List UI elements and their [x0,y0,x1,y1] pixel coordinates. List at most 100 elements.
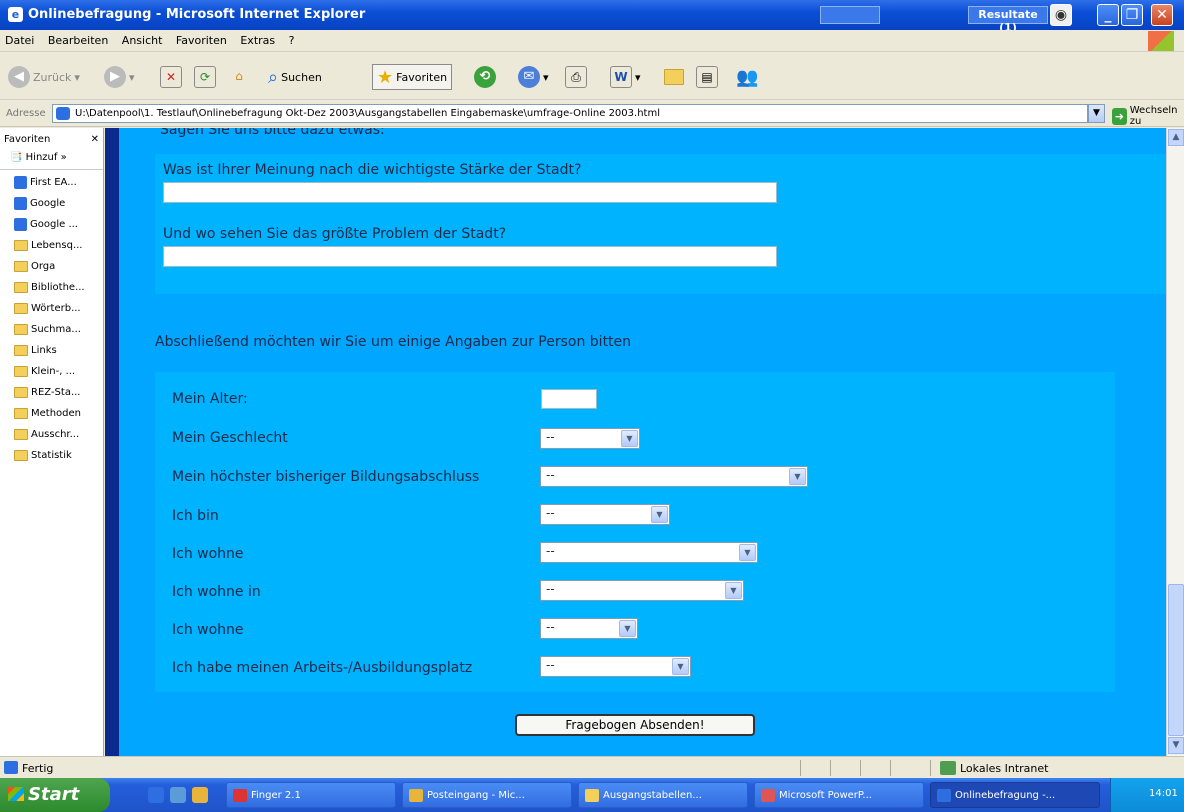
results-button[interactable]: Resultate (1) [968,6,1048,34]
go-button[interactable]: ➜ Wechseln zu [1112,105,1184,127]
sidebar-item-label: Google [30,197,66,209]
sidebar-item[interactable]: Google ... [0,212,103,233]
menu-extras[interactable]: Extras [235,30,280,47]
residence-duration-value: -- [546,620,555,634]
education-value: -- [546,468,555,482]
workplace-select[interactable]: -- ▼ [540,656,691,677]
taskbar-item-label: Posteingang - Mic... [427,790,525,801]
sidebar-item[interactable]: Lebensq... [0,233,103,254]
taskbar-item[interactable]: Posteingang - Mic... [402,782,572,808]
residence-duration-select[interactable]: -- ▼ [540,618,638,639]
history-button[interactable]: ⟲ [474,64,496,90]
housing-select[interactable]: -- ▼ [540,542,758,563]
ie-app-icon: e [8,7,23,22]
sidebar-item[interactable]: Methoden [0,401,103,422]
menu-bearbeiten[interactable]: Bearbeiten [43,30,113,47]
address-input[interactable]: U:\Datenpool\1. Testlauf\Onlinebefragung… [52,104,1088,123]
left-border-stripe [105,128,119,756]
quicklaunch-outlook-icon[interactable] [170,787,186,803]
taskbar-item[interactable]: Microsoft PowerP... [754,782,924,808]
messenger-button[interactable]: 👥 [736,64,758,90]
occupation-value: -- [546,506,555,520]
chevron-down-icon: ▼ [621,430,638,447]
back-button[interactable]: ◀ Zurück ▾ [8,64,80,90]
menu-favoriten[interactable]: Favoriten [171,30,232,47]
menu-help[interactable]: ? [284,30,300,47]
minimize-button[interactable]: _ [1097,4,1119,26]
address-label: Adresse [6,108,46,119]
taskbar-item[interactable]: Ausgangstabellen... [578,782,748,808]
menu-ansicht[interactable]: Ansicht [117,30,168,47]
sidebar-item[interactable]: First EA... [0,170,103,191]
refresh-button[interactable]: ⟳ [194,64,216,90]
chevron-down-icon: ▼ [619,620,636,637]
scroll-down-icon[interactable]: ▼ [1168,737,1184,754]
vertical-scrollbar[interactable]: ▲ ▼ [1166,128,1184,756]
sidebar-item[interactable]: REZ-Sta... [0,380,103,401]
strength-input[interactable] [163,182,777,203]
clock: 14:01 [1149,788,1178,799]
forward-button[interactable]: ▶ ▾ [104,64,135,90]
home-button[interactable]: ⌂ [228,64,250,90]
chevron-down-icon: ▼ [789,468,806,485]
sidebar-item-label: Links [31,344,57,356]
print-button[interactable]: ⎙ [565,64,587,90]
sidebar-item[interactable]: Orga [0,254,103,275]
sidebar-header: Favoriten ✕ [0,128,103,148]
submit-button[interactable]: Fragebogen Absenden! [515,714,755,736]
history-icon: ⟲ [474,66,496,88]
sidebar-item[interactable]: Links [0,338,103,359]
occupation-select[interactable]: -- ▼ [540,504,670,525]
age-input[interactable] [541,389,597,409]
app-icon [937,789,951,802]
menu-datei[interactable]: Datei [0,30,39,47]
question-problem: Und wo sehen Sie das größte Problem der … [163,226,507,242]
start-button[interactable]: Start [0,778,110,812]
maximize-button[interactable]: ❐ [1121,4,1143,26]
sidebar-item[interactable]: Wörterb... [0,296,103,317]
status-divider [890,760,891,776]
favorites-button[interactable]: ★ Favoriten [372,64,453,90]
address-url: U:\Datenpool\1. Testlauf\Onlinebefragung… [75,108,660,119]
address-dropdown-icon[interactable]: ▼ [1088,104,1105,123]
taskbar-item[interactable]: Onlinebefragung -... [930,782,1100,808]
search-button[interactable]: ⌕ Suchen [268,64,322,90]
add-favorite-button[interactable]: 📑 Hinzuf » [0,148,103,170]
sidebar-item[interactable]: Klein-, ... [0,359,103,380]
forward-arrow-icon: ▶ [104,66,126,88]
folder-button[interactable] [664,64,684,90]
sidebar-item[interactable]: Statistik [0,443,103,464]
edit-button[interactable]: W ▾ [610,64,641,90]
sidebar-item-label: Google ... [30,218,78,230]
close-icon[interactable]: ✕ [91,134,99,148]
document-icon: ▤ [696,66,718,88]
gender-select[interactable]: -- ▼ [540,428,640,449]
research-button[interactable]: ▤ [696,64,718,90]
scroll-thumb[interactable] [1168,584,1184,736]
sidebar-item[interactable]: Google [0,191,103,212]
sidebar-item[interactable]: Bibliothe... [0,275,103,296]
quicklaunch-desktop-icon[interactable] [192,787,208,803]
sidebar-item[interactable]: Ausschr... [0,422,103,443]
mail-button[interactable]: ✉ ▾ [518,64,549,90]
taskbar-item[interactable]: Finger 2.1 [226,782,396,808]
folder-icon [14,407,28,419]
education-select[interactable]: -- ▼ [540,466,808,487]
problem-input[interactable] [163,246,777,267]
district-select[interactable]: -- ▼ [540,580,744,601]
quicklaunch-ie-icon[interactable] [148,787,164,803]
intranet-icon [940,761,956,775]
workplace-label: Ich habe meinen Arbeits-/Ausbildungsplat… [172,660,473,676]
start-label: Start [28,784,80,805]
close-button[interactable]: ✕ [1151,4,1173,26]
ie-page-icon [14,196,27,210]
education-label: Mein höchster bisheriger Bildungsabschlu… [172,469,480,485]
sidebar-item-label: Methoden [31,407,81,419]
scroll-up-icon[interactable]: ▲ [1168,129,1184,146]
status-divider [830,760,831,776]
record-icon[interactable]: ◉ [1050,4,1072,26]
status-divider [860,760,861,776]
toolbar-search-box[interactable] [820,6,880,24]
sidebar-item[interactable]: Suchma... [0,317,103,338]
stop-button[interactable]: ✕ [160,64,182,90]
